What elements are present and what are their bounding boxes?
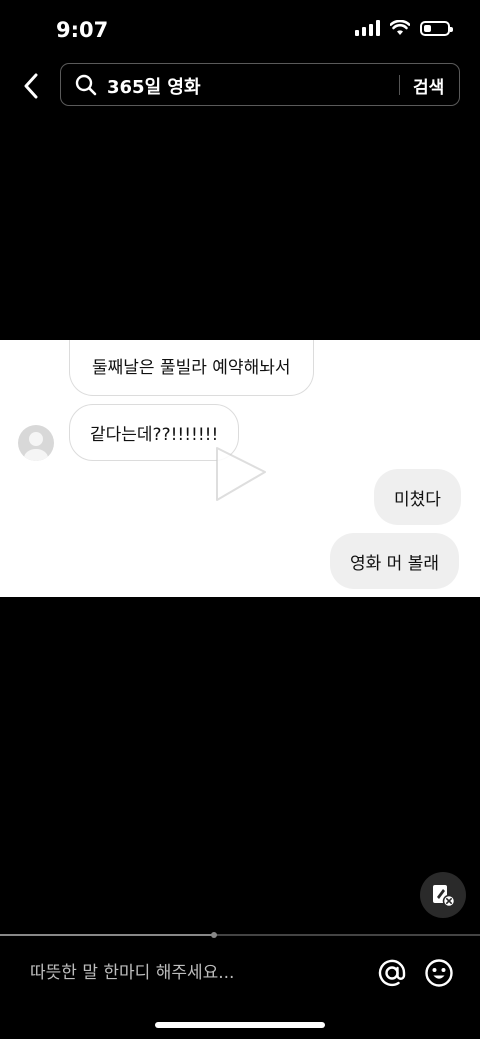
mention-button[interactable] — [376, 957, 408, 989]
wifi-icon — [390, 20, 410, 35]
play-icon — [216, 447, 266, 501]
progress-fill — [0, 934, 214, 936]
edit-button[interactable] — [420, 872, 466, 918]
cellular-signal-icon — [355, 20, 380, 36]
message-text: 같다는데??!!!!!!! — [90, 425, 219, 445]
video-progress-bar[interactable] — [0, 932, 480, 938]
comment-input[interactable]: 따뜻한 말 한마디 해주세요... — [30, 958, 350, 986]
status-bar: 9:07 — [0, 0, 480, 60]
status-icons — [355, 20, 453, 36]
search-divider — [399, 75, 400, 95]
message-text: 미쳤다 — [394, 489, 441, 510]
emoji-icon — [425, 959, 453, 987]
home-indicator — [155, 1022, 325, 1028]
mention-icon — [378, 959, 406, 987]
back-button[interactable] — [14, 66, 48, 106]
message-text: 영화 머 볼래 — [350, 553, 440, 574]
avatar — [18, 425, 54, 461]
search-input[interactable]: 365일 영화 — [107, 73, 201, 99]
search-button[interactable]: 검색 — [413, 73, 444, 98]
message-bubble: 둘째날은 풀빌라 예약해놔서 — [69, 340, 314, 396]
search-icon — [75, 74, 97, 96]
video-player[interactable]: 둘째날은 풀빌라 예약해놔서 같다는데??!!!!!!! 미쳤다 영화 머 볼래 — [0, 340, 480, 597]
message-text: 둘째날은 풀빌라 예약해놔서 — [92, 358, 291, 378]
progress-knob[interactable] — [210, 932, 217, 938]
battery-icon — [420, 20, 453, 36]
status-time: 9:07 — [56, 18, 109, 42]
message-bubble: 영화 머 볼래 — [330, 533, 460, 589]
search-bar[interactable]: 365일 영화 검색 — [60, 63, 460, 106]
edit-icon — [433, 885, 456, 908]
play-button[interactable] — [213, 444, 273, 504]
back-icon — [24, 73, 38, 99]
message-bubble: 미쳤다 — [374, 469, 461, 525]
emoji-button[interactable] — [423, 957, 455, 989]
